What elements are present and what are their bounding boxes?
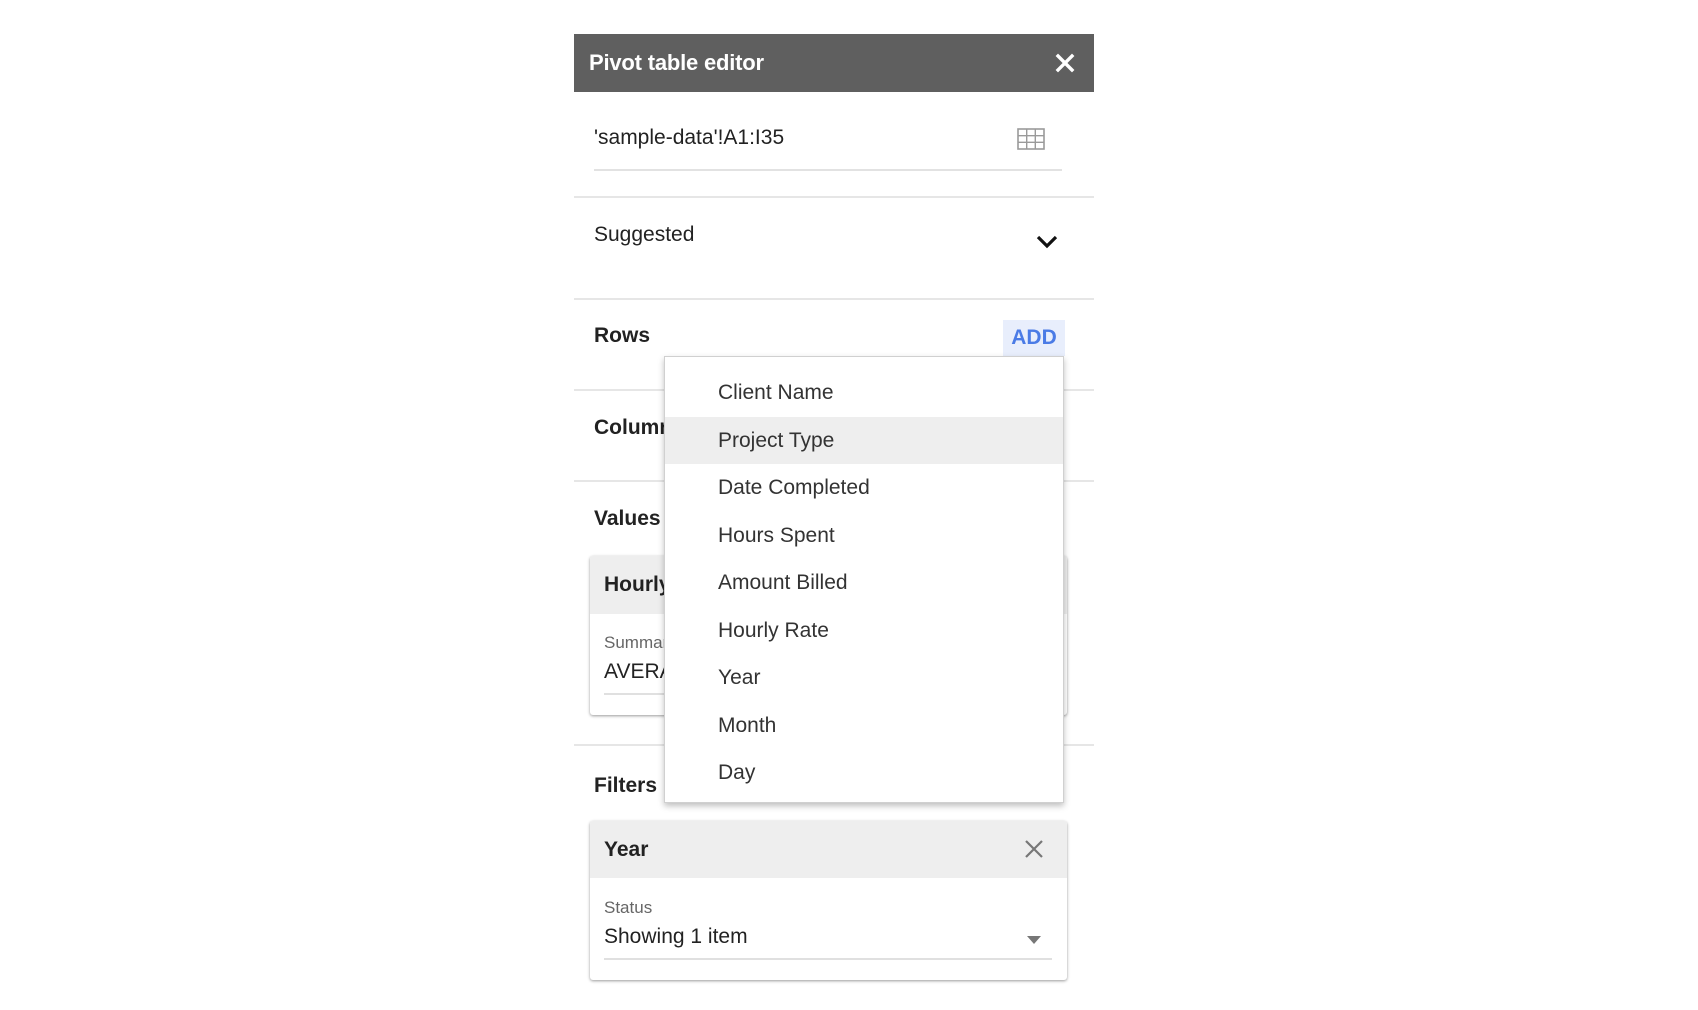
select-underline — [604, 958, 1052, 960]
status-label: Status — [604, 898, 653, 917]
range-underline — [594, 169, 1062, 171]
dropdown-item[interactable]: Day — [665, 749, 1063, 797]
close-icon[interactable] — [1023, 838, 1045, 860]
status-select[interactable]: Showing 1 item — [604, 925, 748, 949]
divider — [574, 196, 1094, 198]
rows-label: Rows — [594, 324, 651, 347]
data-range-input[interactable]: 'sample-data'!A1:I35 — [594, 126, 784, 150]
dropdown-item[interactable]: Hours Spent — [665, 512, 1063, 560]
dropdown-item[interactable]: Month — [665, 702, 1063, 750]
dropdown-item[interactable]: Year — [665, 654, 1063, 702]
grid-select-icon[interactable] — [1017, 128, 1045, 150]
dropdown-item[interactable]: Project Type — [665, 416, 1063, 464]
values-label: Values — [594, 507, 661, 530]
add-rows-dropdown-menu: Client Name Project Type Date Completed Hou… — [664, 356, 1064, 803]
chevron-down-icon[interactable] — [1035, 232, 1059, 252]
close-icon[interactable] — [1050, 48, 1080, 78]
dropdown-item[interactable]: Client Name — [665, 369, 1063, 417]
dropdown-item[interactable]: Amount Billed — [665, 559, 1063, 607]
suggested-label[interactable]: Suggested — [594, 223, 694, 247]
dropdown-item[interactable]: Hourly Rate — [665, 607, 1063, 655]
filter-card-year: Year Status Showing 1 item — [590, 821, 1067, 980]
filter-card-header: Year — [590, 821, 1067, 878]
panel-header: Pivot table editor — [574, 34, 1094, 92]
dropdown-arrow-icon[interactable] — [1027, 936, 1041, 944]
add-rows-button[interactable]: ADD — [1003, 320, 1065, 356]
divider — [574, 298, 1094, 300]
filters-label: Filters — [594, 774, 658, 797]
panel-title: Pivot table editor — [589, 50, 764, 75]
dropdown-item[interactable]: Date Completed — [665, 464, 1063, 512]
filter-card-title: Year — [604, 838, 649, 861]
